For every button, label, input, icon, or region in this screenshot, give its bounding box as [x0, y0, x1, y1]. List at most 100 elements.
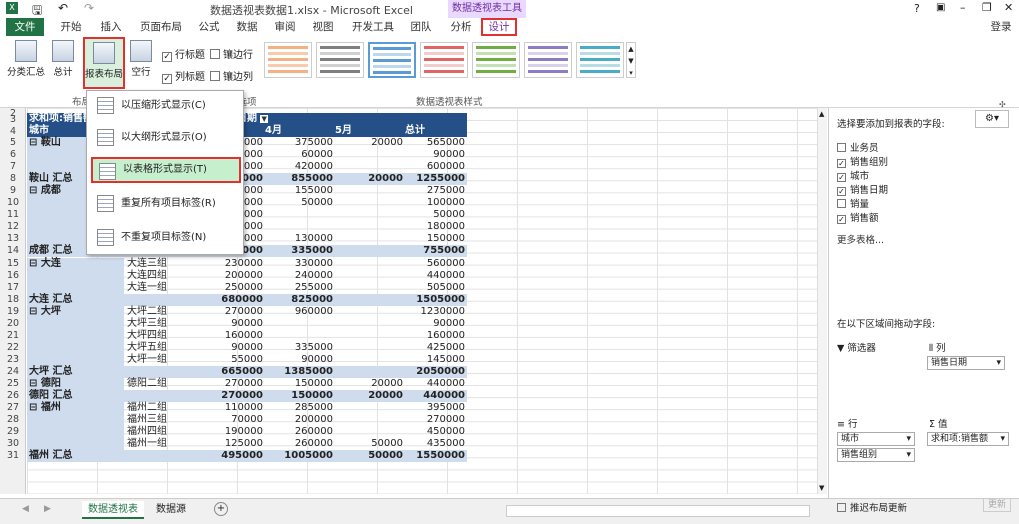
sheet-tab-source[interactable]: 数据源 [150, 501, 192, 519]
menu-repeat-labels[interactable]: 重复所有项目标签(R) [91, 191, 241, 217]
row-label-group[interactable]: 大坪四组 [127, 330, 167, 342]
value-cell[interactable]: 110000 [197, 402, 263, 414]
value-cell[interactable]: 90000 [267, 354, 333, 366]
row-label-group[interactable]: 大坪一组 [127, 354, 167, 366]
close-icon[interactable]: ✕ [1004, 1, 1013, 14]
value-cell[interactable]: 50000 [337, 450, 403, 462]
columns-field-date[interactable]: 销售日期 ▾ [927, 356, 1005, 370]
value-cell[interactable]: 20000 [337, 137, 403, 149]
value-cell[interactable] [337, 306, 403, 318]
value-cell[interactable]: 270000 [197, 378, 263, 390]
subtotals-button[interactable]: 分类汇总 [6, 40, 46, 78]
value-cell[interactable]: 20000 [337, 173, 403, 185]
value-cell[interactable]: 90000 [197, 318, 263, 330]
value-cell[interactable]: 505000 [399, 282, 465, 294]
value-cell[interactable]: 375000 [267, 137, 333, 149]
value-cell[interactable]: 100000 [399, 197, 465, 209]
values-field-sum[interactable]: 求和项:销售额 ▾ [927, 432, 1009, 446]
restore-icon[interactable]: ❐ [982, 1, 992, 14]
value-cell[interactable]: 70000 [197, 414, 263, 426]
value-cell[interactable]: 395000 [399, 402, 465, 414]
value-cell[interactable]: 200000 [267, 414, 333, 426]
value-cell[interactable]: 90000 [197, 342, 263, 354]
value-cell[interactable]: 145000 [399, 354, 465, 366]
row-label-group[interactable]: 福州四组 [127, 426, 167, 438]
vertical-scrollbar[interactable]: ▲ ▼ [817, 108, 827, 494]
pivot-style-red[interactable] [420, 42, 468, 78]
row-label-group[interactable]: 大坪五组 [127, 342, 167, 354]
tab-home[interactable]: 开始 [56, 18, 86, 36]
grand-totals-button[interactable]: 总计 [50, 40, 76, 78]
row-label-city[interactable]: ⊟ 德阳 [29, 378, 61, 390]
value-cell[interactable] [337, 258, 403, 270]
row-label-group[interactable]: 大连三组 [127, 258, 167, 270]
tab-page-layout[interactable]: 页面布局 [136, 18, 186, 36]
field-checkbox[interactable]: 销量 [837, 196, 869, 210]
value-cell[interactable]: 180000 [399, 221, 465, 233]
row-label-group[interactable]: 大连四组 [127, 270, 167, 282]
tab-formulas[interactable]: 公式 [194, 18, 224, 36]
row-label-group[interactable]: 德阳二组 [127, 378, 167, 390]
col-header-total[interactable]: 总计 [405, 125, 425, 137]
tab-analyze[interactable]: 分析 [446, 18, 476, 36]
value-cell[interactable] [337, 342, 403, 354]
pivot-style-gray[interactable] [316, 42, 364, 78]
value-cell[interactable] [337, 197, 403, 209]
col-header-april[interactable]: 4月 [265, 125, 282, 137]
value-cell[interactable]: 50000 [267, 197, 333, 209]
value-cell[interactable] [337, 233, 403, 245]
value-cell[interactable]: 160000 [399, 330, 465, 342]
value-cell[interactable]: 825000 [267, 294, 333, 306]
row-label-city[interactable]: 福州 汇总 [29, 450, 72, 462]
value-cell[interactable] [337, 221, 403, 233]
report-layout-button[interactable]: 报表布局 [83, 37, 125, 89]
value-cell[interactable] [337, 270, 403, 282]
sheet-tab-pivot[interactable]: 数据透视表 [82, 501, 144, 519]
banded-rows-checkbox[interactable]: 镶边行 [210, 46, 253, 61]
filter-dropdown-icon[interactable]: ▼ [260, 115, 268, 123]
tab-developer[interactable]: 开发工具 [348, 18, 398, 36]
value-cell[interactable] [337, 161, 403, 173]
signin-link[interactable]: 登录 [986, 18, 1016, 36]
value-cell[interactable]: 250000 [197, 282, 263, 294]
pivot-value-header[interactable]: 求和项:销售额 [29, 113, 93, 125]
scroll-up-icon[interactable]: ▲ [819, 110, 824, 118]
value-cell[interactable]: 90000 [399, 149, 465, 161]
row-label-city[interactable]: ⊟ 大连 [29, 258, 61, 270]
value-cell[interactable]: 1505000 [399, 294, 465, 306]
tab-view[interactable]: 视图 [308, 18, 338, 36]
value-cell[interactable] [337, 209, 403, 221]
row-label-city[interactable]: ⊟ 大坪 [29, 306, 61, 318]
value-cell[interactable]: 420000 [267, 161, 333, 173]
pivot-style-orange[interactable] [264, 42, 312, 78]
value-cell[interactable]: 755000 [399, 245, 465, 257]
pivot-style-teal[interactable] [576, 42, 624, 78]
field-checkbox[interactable]: ✓ 销售额 [837, 210, 879, 224]
value-cell[interactable] [337, 354, 403, 366]
value-cell[interactable]: 450000 [399, 426, 465, 438]
value-cell[interactable]: 90000 [399, 318, 465, 330]
row-headers-checkbox[interactable]: ✓ 行标题 [162, 46, 205, 62]
blank-rows-button[interactable]: 空行 [128, 40, 154, 78]
value-cell[interactable] [267, 209, 333, 221]
value-cell[interactable]: 270000 [197, 390, 263, 402]
tab-data[interactable]: 数据 [232, 18, 262, 36]
value-cell[interactable]: 260000 [267, 438, 333, 450]
value-cell[interactable]: 20000 [337, 378, 403, 390]
value-cell[interactable]: 330000 [267, 258, 333, 270]
value-cell[interactable]: 155000 [267, 185, 333, 197]
scroll-down-icon[interactable]: ▼ [819, 484, 824, 492]
pivot-style-purple[interactable] [524, 42, 572, 78]
undo-icon[interactable]: ↶ [58, 1, 68, 15]
tab-team[interactable]: 团队 [406, 18, 436, 36]
value-cell[interactable]: 440000 [399, 378, 465, 390]
value-cell[interactable]: 50000 [399, 209, 465, 221]
field-checkbox[interactable]: 业务员 [837, 140, 879, 154]
value-cell[interactable]: 560000 [399, 258, 465, 270]
value-cell[interactable]: 160000 [197, 330, 263, 342]
row-label-city[interactable]: ⊟ 福州 [29, 402, 61, 414]
value-cell[interactable]: 1005000 [267, 450, 333, 462]
value-cell[interactable]: 1255000 [399, 173, 465, 185]
value-cell[interactable]: 255000 [267, 282, 333, 294]
update-button[interactable]: 更新 [983, 498, 1011, 512]
